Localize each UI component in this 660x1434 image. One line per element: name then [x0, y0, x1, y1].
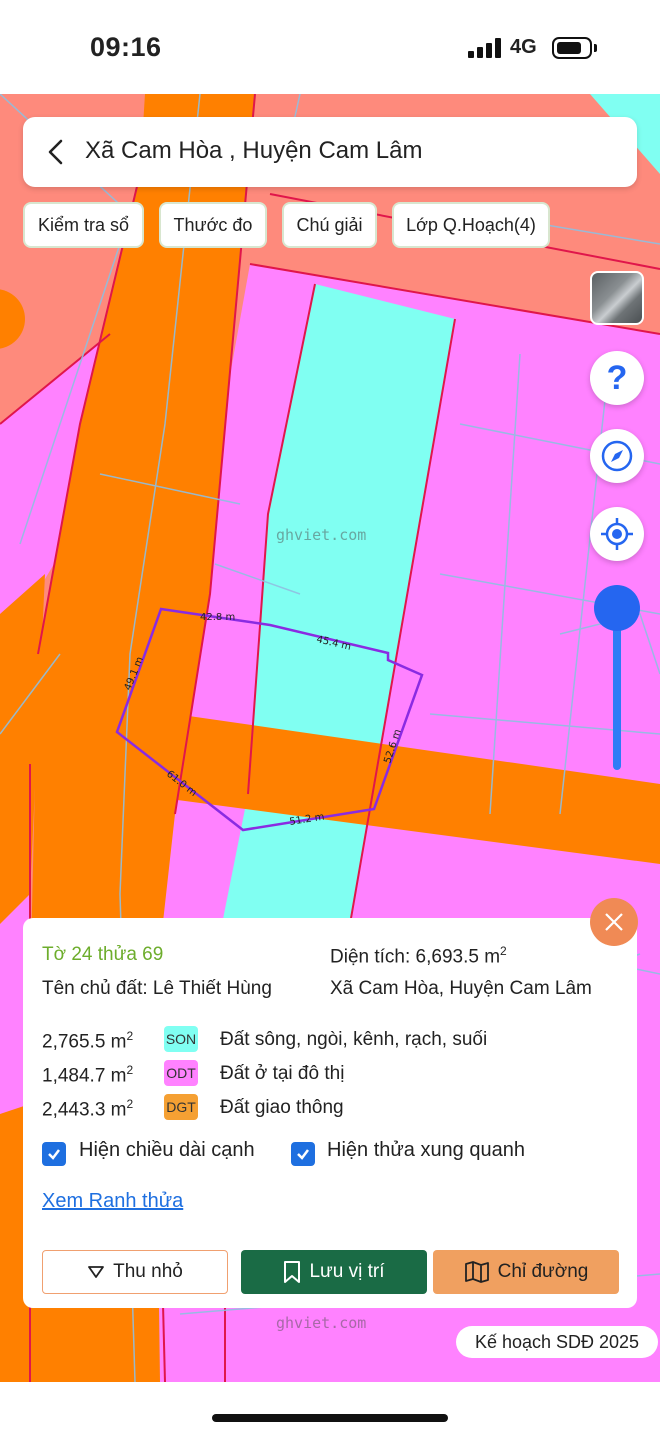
location-title: Xã Cam Hòa , Huyện Cam Lâm: [85, 137, 423, 164]
bottom-safe-area: [0, 1382, 660, 1434]
directions-button[interactable]: Chỉ đường: [433, 1250, 619, 1294]
view-boundary-link[interactable]: Xem Ranh thửa: [42, 1190, 183, 1213]
back-icon[interactable]: [41, 137, 71, 167]
compass-icon: [601, 440, 633, 472]
legend-button[interactable]: Chú giải: [282, 202, 377, 248]
status-bar: 09:16 4G: [0, 0, 660, 94]
triangle-down-icon: [88, 1266, 105, 1278]
edge-length-label[interactable]: Hiện chiều dài cạnh: [79, 1139, 255, 1162]
land-use-area: 2,443.3 m2: [42, 1097, 134, 1121]
parcel-location: Xã Cam Hòa, Huyện Cam Lâm: [330, 978, 592, 999]
watermark: ghviet.com: [276, 526, 367, 544]
battery-icon: [552, 37, 592, 59]
save-location-button[interactable]: Lưu vị trí: [241, 1250, 427, 1294]
map-icon: [464, 1261, 489, 1283]
land-use-code: SON: [164, 1026, 198, 1052]
land-use-desc: Đất ở tại đô thị: [220, 1063, 345, 1084]
compass-button[interactable]: [590, 429, 644, 483]
locate-button[interactable]: [590, 507, 644, 561]
plan-year-label[interactable]: Kế hoạch SDĐ 2025: [456, 1326, 658, 1358]
ruler-button[interactable]: Thước đo: [159, 202, 267, 248]
zoom-slider-track[interactable]: [613, 615, 621, 770]
check-icon: [297, 1149, 309, 1160]
status-time: 09:16: [90, 32, 162, 62]
edge-length-checkbox[interactable]: [42, 1142, 66, 1166]
neighbors-label[interactable]: Hiện thửa xung quanh: [327, 1139, 525, 1162]
check-cert-button[interactable]: Kiểm tra sổ: [23, 202, 144, 248]
parcel-info-panel: Tờ 24 thửa 69 Diện tích: 6,693.5 m2 Tên …: [23, 918, 637, 1308]
bookmark-icon: [284, 1261, 301, 1283]
neighbors-checkbox[interactable]: [291, 1142, 315, 1166]
land-use-area: 1,484.7 m2: [42, 1063, 134, 1087]
collapse-button[interactable]: Thu nhỏ: [42, 1250, 228, 1294]
owner-name: Tên chủ đất: Lê Thiết Hùng: [42, 978, 272, 999]
help-icon: ?: [606, 358, 628, 397]
land-use-area: 2,765.5 m2: [42, 1029, 134, 1053]
parcel-id: Tờ 24 thửa 69: [42, 944, 164, 965]
close-panel-button[interactable]: [590, 898, 638, 946]
signal-icon: [468, 38, 502, 58]
check-icon: [48, 1149, 60, 1160]
locate-icon: [601, 518, 633, 550]
help-button[interactable]: ?: [590, 351, 644, 405]
plan-layer-button[interactable]: Lớp Q.Hoạch(4): [392, 202, 550, 248]
parcel-area: Diện tích: 6,693.5 m2: [330, 944, 507, 968]
land-use-code: DGT: [164, 1094, 198, 1120]
land-use-desc: Đất giao thông: [220, 1097, 344, 1118]
network-type: 4G: [510, 36, 537, 58]
close-icon: [605, 913, 623, 931]
watermark: ghviet.com: [276, 1314, 367, 1332]
home-indicator[interactable]: [212, 1414, 448, 1422]
land-use-code: ODT: [164, 1060, 198, 1086]
zoom-slider-handle[interactable]: [594, 585, 640, 631]
satellite-layer-button[interactable]: [590, 271, 644, 325]
edge-label: 42.8 m: [200, 612, 235, 623]
land-use-desc: Đất sông, ngòi, kênh, rạch, suối: [220, 1029, 488, 1050]
location-header: Xã Cam Hòa , Huyện Cam Lâm: [23, 117, 637, 187]
